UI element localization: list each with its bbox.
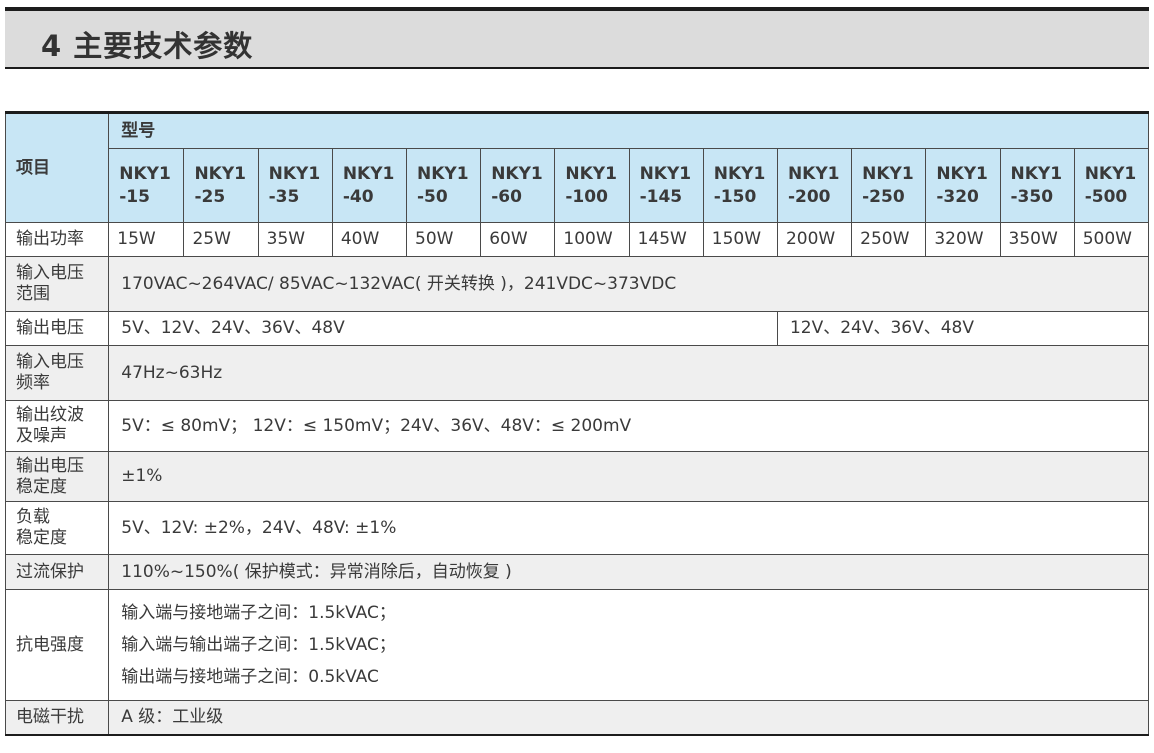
model-cell: NKY1 -35 (257, 148, 333, 223)
row-label: 抗电强度 (4, 589, 110, 701)
row-label-text: 输入电压 频率 (16, 352, 84, 393)
model-cell: NKY1 -15 (108, 148, 185, 223)
section-header: 4 主要技术参数 (5, 7, 1149, 69)
section-title: 4 主要技术参数 (41, 29, 254, 63)
row-label: 负载 稳定度 (4, 501, 110, 555)
model-cell: NKY1 -100 (554, 148, 630, 223)
row-label: 过流保护 (4, 554, 110, 590)
model-cell: NKY1 -60 (480, 148, 556, 223)
power-cell: 100W (554, 222, 630, 257)
row-label: 输入电压 频率 (4, 345, 110, 401)
model-name: NKY1 -320 (936, 163, 988, 207)
power-cell: 350W (999, 222, 1075, 257)
row-label: 输出功率 (4, 222, 110, 257)
model-name: NKY1 -25 (194, 163, 246, 207)
model-name: NKY1 -60 (491, 163, 543, 207)
model-cell: NKY1 -150 (702, 148, 778, 223)
power-cell: 60W (480, 222, 556, 257)
model-name: NKY1 -150 (713, 163, 766, 207)
model-name: NKY1 -15 (119, 163, 171, 207)
row-label: 输入电压 范围 (4, 256, 110, 312)
model-cell: NKY1 -145 (628, 148, 704, 223)
spec-table: 项目 型号 NKY1 -15 NKY1 -25 NKY1 -35 NKY1 -4… (4, 111, 1150, 736)
row-value: ±1% (108, 451, 1149, 502)
model-name: NKY1 -250 (862, 163, 914, 207)
row-overcurrent: 过流保护 110%~150%( 保护模式：异常消除后，自动恢复 ) (4, 554, 1149, 590)
power-cell: 145W (628, 222, 704, 257)
dielectric-line: 输出端与接地端子之间：0.5kVAC (121, 667, 379, 687)
model-cell: NKY1 -320 (925, 148, 1001, 223)
model-name: NKY1 -100 (565, 163, 617, 207)
power-cell: 25W (183, 222, 259, 257)
row-value-high-models: 12V、24V、36V、48V (776, 311, 1150, 346)
row-value: 47Hz~63Hz (108, 345, 1149, 401)
row-input-frequency: 输入电压 频率 47Hz~63Hz (4, 345, 1149, 401)
model-cell: NKY1 -50 (405, 148, 482, 223)
dielectric-line: 输入端与输出端子之间：1.5kVAC； (121, 635, 396, 655)
power-cell: 250W (851, 222, 927, 257)
row-label-text: 输出纹波 及噪声 (16, 405, 84, 446)
row-value: 5V：≤ 80mV； 12V：≤ 150mV；24V、36V、48V：≤ 200… (108, 400, 1149, 452)
model-group-header: 型号 (108, 112, 1149, 149)
row-input-voltage-range: 输入电压 范围 170VAC~264VAC/ 85VAC~132VAC( 开关转… (4, 256, 1149, 312)
row-ripple-noise: 输出纹波 及噪声 5V：≤ 80mV； 12V：≤ 150mV；24V、36V、… (4, 400, 1149, 452)
row-label-text: 负载 稳定度 (16, 507, 67, 548)
model-cell: NKY1 -500 (1073, 148, 1150, 223)
row-label-text: 输出电压 稳定度 (16, 455, 84, 497)
row-value-low-models: 5V、12V、24V、36V、48V (108, 311, 778, 346)
power-cell: 50W (405, 222, 482, 257)
model-name: NKY1 -350 (1010, 163, 1063, 207)
model-name: NKY1 -35 (268, 163, 321, 207)
row-voltage-stability: 输出电压 稳定度 ±1% (4, 451, 1149, 502)
model-name: NKY1 -40 (342, 163, 395, 207)
power-cell: 35W (257, 222, 333, 257)
dielectric-line: 输入端与接地端子之间：1.5kVAC； (121, 603, 396, 623)
row-output-voltage: 输出电压 5V、12V、24V、36V、48V 12V、24V、36V、48V (4, 311, 1150, 346)
model-name: NKY1 -500 (1084, 163, 1137, 207)
power-cell: 150W (702, 222, 778, 257)
row-label: 输出电压 (4, 311, 110, 346)
row-label: 电磁干扰 (4, 700, 110, 735)
row-value: A 级：工业级 (108, 700, 1149, 735)
power-cell: 320W (925, 222, 1001, 257)
model-name: NKY1 -200 (787, 163, 840, 207)
row-value: 110%~150%( 保护模式：异常消除后，自动恢复 ) (108, 554, 1149, 590)
header-row-group: 项目 型号 (4, 112, 1149, 223)
model-name: NKY1 -145 (639, 163, 692, 207)
model-cell: NKY1 -250 (851, 148, 927, 223)
row-label: 输出纹波 及噪声 (4, 400, 110, 452)
row-value: 5V、12V: ±2%，24V、48V: ±1% (108, 501, 1149, 555)
row-value: 170VAC~264VAC/ 85VAC~132VAC( 开关转换 )，241V… (108, 256, 1149, 312)
row-dielectric-strength: 抗电强度 输入端与接地端子之间：1.5kVAC； 输入端与输出端子之间：1.5k… (4, 589, 1149, 701)
power-cell: 40W (331, 222, 408, 257)
model-cell: NKY1 -350 (999, 148, 1075, 223)
model-cell: NKY1 -40 (331, 148, 408, 223)
power-cell: 15W (108, 222, 185, 257)
row-label-text: 输入电压 范围 (16, 263, 84, 304)
item-column-header: 项目 (4, 112, 110, 223)
header-row-models: NKY1 -15 NKY1 -25 NKY1 -35 NKY1 -40 NKY1… (6, 148, 1150, 223)
model-cell: NKY1 -25 (183, 148, 259, 223)
model-name: NKY1 -50 (417, 163, 469, 207)
power-cell: 200W (776, 222, 853, 257)
row-label: 输出电压 稳定度 (4, 451, 110, 502)
model-cell: NKY1 -200 (776, 148, 853, 223)
row-value: 输入端与接地端子之间：1.5kVAC； 输入端与输出端子之间：1.5kVAC； … (108, 589, 1149, 701)
row-emi: 电磁干扰 A 级：工业级 (4, 700, 1149, 735)
row-load-stability: 负载 稳定度 5V、12V: ±2%，24V、48V: ±1% (4, 501, 1149, 555)
power-cell: 500W (1073, 222, 1150, 257)
row-output-power: 输出功率 15W 25W 35W 40W 50W 60W 100W 145W 1… (4, 222, 1150, 257)
